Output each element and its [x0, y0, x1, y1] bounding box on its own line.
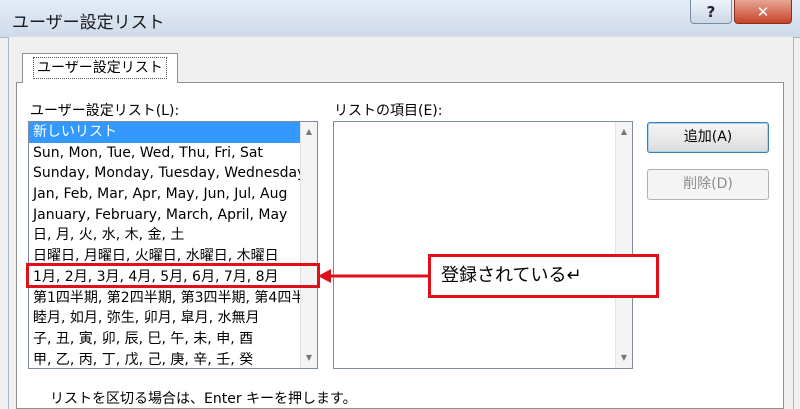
scroll-down-icon[interactable]: ▼	[616, 350, 632, 366]
list-item[interactable]: 甲, 乙, 丙, 丁, 戊, 己, 庚, 辛, 壬, 癸	[29, 350, 301, 368]
user-lists-label: ユーザー設定リスト(L):	[30, 103, 180, 119]
tab-label: ユーザー設定リスト	[33, 57, 167, 79]
list-item[interactable]: 睦月, 如月, 弥生, 卯月, 皐月, 水無月	[29, 308, 301, 329]
list-item[interactable]: 新しいリスト	[29, 122, 301, 143]
list-item[interactable]: 子, 丑, 寅, 卯, 辰, 巳, 午, 未, 申, 酉	[29, 329, 301, 350]
list-item[interactable]: Sunday, Monday, Tuesday, Wednesday	[29, 163, 301, 184]
user-lists-listbox[interactable]: 新しいリスト Sun, Mon, Tue, Wed, Thu, Fri, Sat S…	[28, 121, 318, 369]
user-lists-scrollbar[interactable]: ▲ ▼	[300, 122, 317, 368]
hint-text: リストを区切る場合は、Enter キーを押します。	[50, 391, 357, 407]
list-item[interactable]: 日, 月, 火, 水, 木, 金, 土	[29, 225, 301, 246]
list-entries-scrollbar[interactable]: ▲ ▼	[615, 122, 632, 368]
tab-user-lists[interactable]: ユーザー設定リスト	[22, 53, 178, 83]
annotation-callout: 登録されている↵	[428, 254, 659, 298]
list-entries-textbox[interactable]: ▲ ▼	[333, 121, 633, 369]
add-button[interactable]: 追加(A)	[647, 122, 769, 153]
annotation-arrow-icon	[318, 269, 428, 283]
window-title: ユーザー設定リスト	[12, 13, 165, 33]
list-item[interactable]: January, February, March, April, May	[29, 205, 301, 226]
scroll-down-icon[interactable]: ▼	[301, 350, 317, 366]
help-button[interactable]: ?	[690, 0, 732, 24]
scroll-up-icon[interactable]: ▲	[301, 124, 317, 140]
title-bar: ユーザー設定リスト ? ✕	[0, 0, 800, 38]
user-lists-items: 新しいリスト Sun, Mon, Tue, Wed, Thu, Fri, Sat S…	[29, 122, 301, 368]
scroll-up-icon[interactable]: ▲	[616, 124, 632, 140]
list-entries-label: リストの項目(E):	[334, 103, 443, 119]
delete-button[interactable]: 削除(D)	[647, 169, 769, 200]
list-item[interactable]: Jan, Feb, Mar, Apr, May, Jun, Jul, Aug	[29, 184, 301, 205]
close-button[interactable]: ✕	[734, 0, 792, 24]
list-item[interactable]: 第1四半期, 第2四半期, 第3四半期, 第4四半期	[29, 288, 301, 309]
annotation-highlight-box	[26, 263, 320, 288]
list-item[interactable]: Sun, Mon, Tue, Wed, Thu, Fri, Sat	[29, 143, 301, 164]
